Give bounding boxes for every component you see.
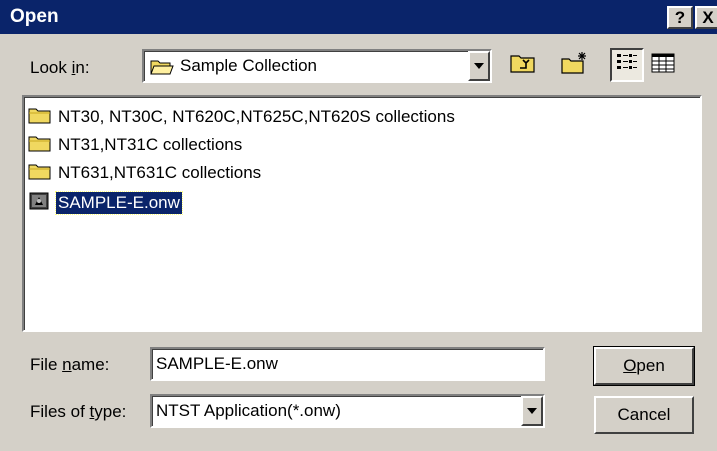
file-list[interactable]: NT30, NT30C, NT620C,NT625C,NT620S collec… bbox=[22, 95, 702, 332]
up-one-level-button[interactable] bbox=[506, 48, 540, 82]
open-button[interactable]: Open bbox=[593, 346, 695, 386]
file-name-value: SAMPLE-E.onw bbox=[156, 354, 278, 373]
file-name-label-text: File bbox=[30, 355, 63, 374]
look-in-dropdown-button[interactable] bbox=[468, 51, 490, 81]
folder-open-icon bbox=[150, 57, 174, 82]
list-item-folder-nt30[interactable]: NT30, NT30C, NT620C,NT625C,NT620S collec… bbox=[28, 103, 457, 131]
details-view-button[interactable] bbox=[646, 48, 680, 82]
look-in-label-text: Look bbox=[30, 58, 72, 77]
cancel-button-label: Cancel bbox=[617, 405, 671, 424]
file-name-label-suffix: ame: bbox=[71, 355, 110, 374]
close-icon: X bbox=[702, 7, 714, 27]
file-type-dropdown[interactable]: NTST Application(*.onw) bbox=[150, 394, 545, 428]
file-name-label-accel: n bbox=[62, 355, 72, 374]
application-file-icon bbox=[28, 191, 52, 216]
list-item-label: NT31,NT31C collections bbox=[58, 135, 243, 154]
list-item-label: NT631,NT631C collections bbox=[58, 163, 262, 182]
look-in-label: Look in: bbox=[30, 58, 90, 78]
title-bar[interactable]: Open ? X bbox=[0, 0, 717, 34]
list-item-file-sample[interactable]: SAMPLE-E.onw bbox=[28, 189, 183, 217]
folder-icon bbox=[28, 161, 52, 186]
list-view-icon bbox=[616, 52, 638, 79]
folder-icon bbox=[28, 133, 52, 158]
new-folder-button[interactable] bbox=[558, 48, 592, 82]
file-name-label: File name: bbox=[30, 355, 109, 375]
look-in-label-suffix: n: bbox=[75, 58, 90, 77]
chevron-down-icon bbox=[527, 408, 537, 414]
new-folder-icon bbox=[561, 51, 589, 80]
look-in-value: Sample Collection bbox=[180, 56, 318, 75]
file-type-label-suffix: ype: bbox=[94, 402, 127, 421]
open-button-accel: O bbox=[623, 356, 637, 375]
open-dialog: Open ? X Look in: Sample Collection NT30… bbox=[0, 0, 717, 451]
dialog-title: Open bbox=[10, 6, 59, 27]
list-view-button[interactable] bbox=[610, 48, 644, 82]
help-icon: ? bbox=[674, 7, 686, 27]
up-one-level-icon bbox=[510, 52, 536, 79]
look-in-dropdown[interactable]: Sample Collection bbox=[142, 49, 492, 83]
details-view-icon bbox=[651, 52, 675, 79]
close-button[interactable]: X bbox=[695, 6, 717, 29]
file-type-label-text: Files of bbox=[30, 402, 90, 421]
list-item-folder-nt631[interactable]: NT631,NT631C collections bbox=[28, 159, 263, 187]
chevron-down-icon bbox=[474, 63, 484, 69]
file-type-value: NTST Application(*.onw) bbox=[156, 401, 341, 420]
file-type-dropdown-button[interactable] bbox=[521, 396, 543, 426]
list-item-folder-nt31[interactable]: NT31,NT31C collections bbox=[28, 131, 244, 159]
list-item-label: NT30, NT30C, NT620C,NT625C,NT620S collec… bbox=[58, 107, 455, 126]
file-name-input[interactable]: SAMPLE-E.onw bbox=[150, 347, 545, 381]
help-button[interactable]: ? bbox=[667, 6, 693, 29]
folder-icon bbox=[28, 105, 52, 130]
open-button-label: pen bbox=[636, 356, 665, 375]
list-item-label: SAMPLE-E.onw bbox=[55, 191, 183, 215]
file-type-label: Files of type: bbox=[30, 402, 126, 422]
cancel-button[interactable]: Cancel bbox=[594, 396, 694, 434]
